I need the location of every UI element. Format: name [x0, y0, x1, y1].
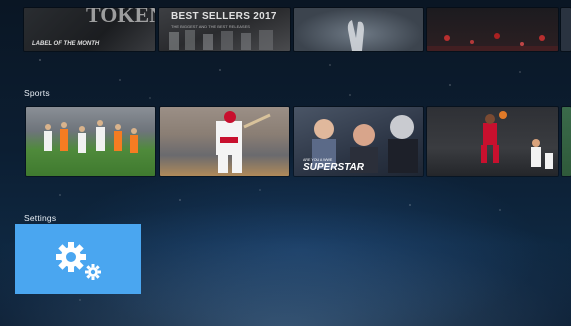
- gear-icon: [56, 242, 101, 280]
- praying-hands-artwork: [347, 20, 364, 51]
- red-lights-artwork: [427, 33, 558, 51]
- tile-basketball-dunk[interactable]: [427, 107, 558, 176]
- soccer-artwork: [44, 120, 138, 153]
- row-title-sports: Sports: [24, 88, 50, 98]
- tile-wwe-superstar[interactable]: ARE YOU A WWE SUPERSTAR: [294, 107, 423, 176]
- tile-praying-hands[interactable]: [294, 8, 423, 51]
- tile-partial[interactable]: [562, 107, 571, 176]
- records-artwork: [169, 30, 273, 50]
- tile-label-of-the-month[interactable]: TOKEN LABEL OF THE MONTH: [24, 8, 155, 51]
- basketball-artwork: [481, 111, 553, 169]
- tile-big-text: TOKEN: [86, 8, 155, 27]
- row-title-settings: Settings: [24, 213, 57, 223]
- settings-tile[interactable]: [15, 224, 141, 294]
- tile-partial[interactable]: [561, 8, 571, 51]
- tile-soccer-match[interactable]: [26, 107, 155, 176]
- tile-best-sellers[interactable]: BEST SELLERS 2017 THE BIGGEST AND THE BE…: [159, 8, 290, 51]
- baseball-artwork: [216, 111, 271, 173]
- tile-baseball-player[interactable]: [160, 107, 289, 176]
- tile-caption: SUPERSTAR: [303, 162, 364, 173]
- tile-red-lights[interactable]: [427, 8, 558, 51]
- tile-caption: LABEL OF THE MONTH: [32, 41, 100, 47]
